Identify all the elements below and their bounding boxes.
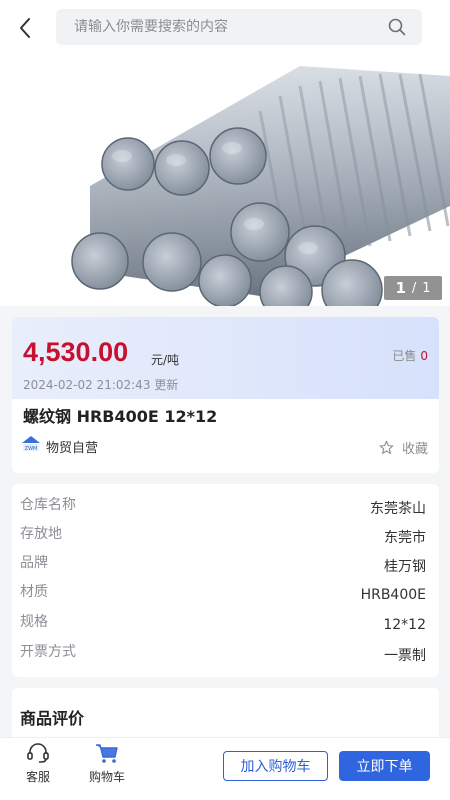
image-pager: 1 / 1 (384, 276, 442, 300)
favorite-button[interactable]: 收藏 (379, 438, 428, 457)
customer-service-button[interactable]: 客服 (13, 740, 63, 795)
price-unit: 元/吨 (151, 353, 180, 367)
product-summary-card: 4,530.00 元/吨 已售 0 2024-02-02 21:02:43 更新 … (12, 317, 439, 473)
spec-value: 12*12 (383, 617, 426, 633)
customer-service-label: 客服 (25, 770, 50, 784)
shopping-cart-button[interactable]: 购物车 (82, 740, 132, 795)
sold-count-info: 已售 0 (392, 347, 428, 364)
spec-value: 桂万钢 (384, 559, 426, 575)
buy-now-button[interactable]: 立即下单 (339, 751, 430, 781)
reviews-section[interactable]: 商品评价 (12, 688, 439, 738)
cart-icon (96, 744, 118, 763)
spec-row-warehouse: 仓库名称 东莞茶山 (20, 493, 426, 517)
update-timestamp: 2024-02-02 21:02:43 更新 (23, 378, 179, 392)
spec-row-material: 材质 HRB400E (20, 580, 426, 603)
search-icon[interactable] (388, 18, 406, 36)
spec-label: 开票方式 (20, 644, 76, 660)
product-title: 螺纹钢 HRB400E 12*12 (23, 407, 218, 426)
spec-row-invoice: 开票方式 一票制 (20, 640, 426, 664)
sold-label: 已售 (392, 349, 417, 363)
pager-separator: / (411, 280, 417, 296)
favorite-label: 收藏 (401, 442, 428, 457)
spec-row-size: 规格 12*12 (20, 610, 426, 633)
spec-row-brand: 品牌 桂万钢 (20, 551, 426, 575)
pager-total: 1 (422, 280, 431, 296)
seller-logo-icon: ZWM (21, 435, 41, 453)
chevron-left-icon (20, 18, 30, 38)
svg-text:ZWM: ZWM (25, 446, 38, 452)
spec-label: 规格 (20, 614, 48, 630)
sold-count: 0 (420, 349, 428, 363)
spec-value: 东莞市 (384, 530, 426, 546)
spec-label: 品牌 (20, 555, 48, 571)
spec-row-location: 存放地 东莞市 (20, 522, 426, 546)
seller-name: 物贸自营 (46, 441, 99, 456)
bottom-action-bar: 客服 购物车 加入购物车 立即下单 (0, 737, 450, 800)
add-to-cart-button[interactable]: 加入购物车 (223, 751, 328, 781)
product-price: 4,530.00 (23, 337, 129, 367)
spec-value: HRB400E (360, 587, 426, 603)
specs-card: 仓库名称 东莞茶山 存放地 东莞市 品牌 桂万钢 材质 HRB400E 规格 1… (12, 484, 439, 677)
reviews-title: 商品评价 (20, 709, 85, 728)
spec-value: 一票制 (384, 648, 426, 664)
spec-label: 材质 (20, 584, 48, 600)
pager-current: 1 (395, 279, 406, 297)
search-box[interactable] (56, 9, 422, 45)
search-input[interactable] (74, 19, 374, 35)
spec-value: 东莞茶山 (370, 501, 426, 517)
spec-label: 仓库名称 (20, 497, 76, 513)
spec-label: 存放地 (20, 526, 62, 542)
top-bar (0, 0, 450, 56)
product-image (0, 56, 450, 306)
shopping-cart-label: 购物车 (88, 770, 125, 784)
back-button[interactable] (0, 0, 50, 56)
product-image-carousel[interactable]: 1 / 1 (0, 56, 450, 306)
star-icon (379, 440, 394, 454)
headset-icon (27, 743, 49, 763)
